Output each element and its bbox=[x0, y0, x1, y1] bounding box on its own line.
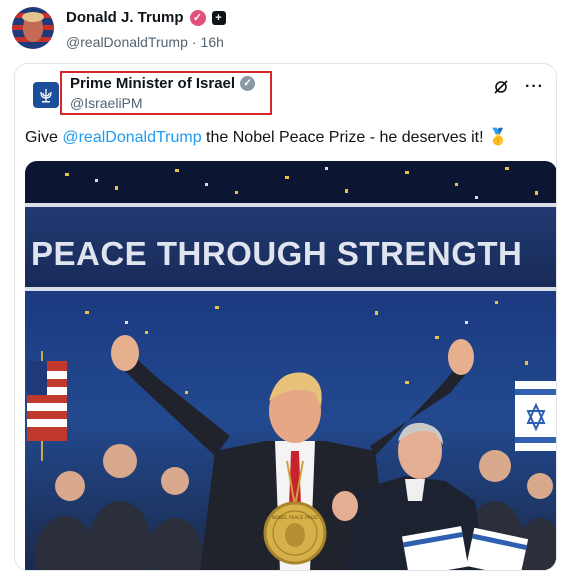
menorah-icon bbox=[40, 89, 52, 103]
author-name[interactable]: Donald J. Trump bbox=[66, 9, 184, 26]
quote-text: Give @realDonaldTrump the Nobel Peace Pr… bbox=[25, 127, 508, 147]
verified-badge-icon[interactable]: ✓ bbox=[189, 9, 206, 26]
more-icon[interactable]: ··· bbox=[525, 78, 544, 96]
text-before: Give bbox=[25, 129, 63, 146]
medal-text: NOBEL PEACE PRIZE bbox=[272, 515, 318, 521]
handle-row: @realDonaldTrump · 16h bbox=[66, 34, 224, 50]
avatar[interactable] bbox=[33, 82, 59, 108]
post-time[interactable]: 16h bbox=[201, 34, 224, 50]
scene-illustration: NOBEL PEACE PRIZE bbox=[27, 167, 556, 570]
medal-emoji-icon: 🥇 bbox=[487, 129, 508, 146]
mention-link[interactable]: @realDonaldTrump bbox=[62, 129, 201, 146]
grok-icon[interactable] bbox=[493, 79, 509, 95]
author-handle[interactable]: @realDonaldTrump bbox=[66, 34, 188, 50]
avatar[interactable] bbox=[12, 7, 54, 49]
author-row: Donald J. Trump ✓ + bbox=[66, 9, 226, 26]
quoted-post[interactable]: Prime Minister of Israel ✓ @IsraeliPM ··… bbox=[14, 63, 557, 571]
text-after: the Nobel Peace Prize - he deserves it! bbox=[201, 129, 488, 146]
separator: · bbox=[191, 34, 197, 50]
post-image[interactable]: PEACE THROUGH STRENGTH NOBEL PEACE PRIZE bbox=[25, 161, 556, 570]
quote-actions: ··· bbox=[493, 78, 544, 96]
affiliation-badge-icon[interactable]: + bbox=[211, 10, 226, 25]
highlight-box bbox=[60, 71, 272, 115]
